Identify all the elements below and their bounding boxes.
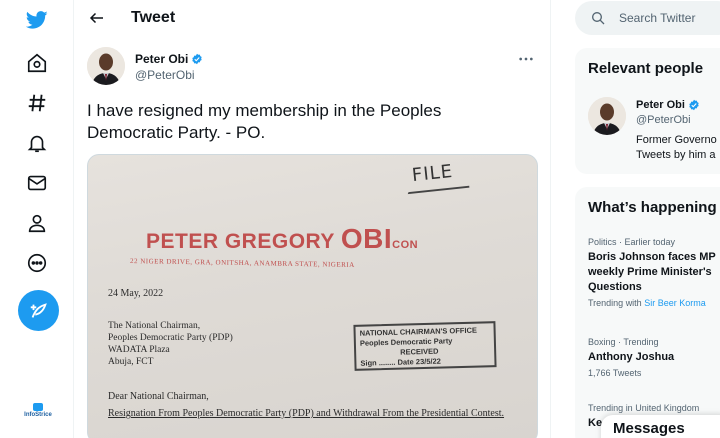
trend-item[interactable]: Politics · Earlier today Boris Johnson f… — [588, 237, 720, 308]
trend-subtext: Trending with Sir Beer Korma — [588, 298, 706, 308]
messages-drawer[interactable]: Messages — [601, 415, 720, 438]
home-icon[interactable] — [0, 43, 74, 83]
author-name[interactable]: Peter Obi — [135, 52, 203, 66]
relevant-person-handle: @PeterObi — [636, 114, 691, 126]
whats-happening-card: What’s happening Politics · Earlier toda… — [575, 187, 720, 438]
verified-badge-icon — [192, 53, 203, 65]
trend-title: Boris Johnson faces MP weekly Prime Mini… — [588, 251, 716, 293]
more-dots-icon — [519, 57, 533, 61]
right-sidebar: Search Twitter Relevant people Peter Obi… — [551, 0, 720, 438]
doc-recipient: The National Chairman, Peoples Democrati… — [108, 321, 233, 367]
tweet-detail-column: Tweet Peter Obi @PeterObi I have resigne… — [74, 0, 551, 438]
trend-title: Anthony Joshua — [588, 351, 675, 363]
tweet-author: Peter Obi @PeterObi — [87, 47, 537, 89]
notifications-bell-icon[interactable] — [0, 123, 74, 163]
relevant-person-name[interactable]: Peter Obi — [636, 99, 700, 111]
more-options-icon[interactable] — [0, 243, 74, 283]
doc-letterhead-address: 22 NIGER DRIVE, GRA, ONITSHA, ANAMBRA ST… — [129, 257, 355, 269]
explore-hashtag-icon[interactable] — [0, 83, 74, 123]
doc-received-stamp: NATIONAL CHAIRMAN'S OFFICE Peoples Democ… — [353, 321, 497, 371]
doc-salutation: Dear National Chairman, — [108, 391, 209, 402]
tweet-more-button[interactable] — [515, 50, 537, 68]
relevant-people-card: Relevant people Peter Obi @PeterObi Form… — [575, 48, 720, 174]
doc-date: 24 May, 2022 — [108, 288, 164, 299]
relevant-person-bio: Former Governo Tweets by him a — [636, 134, 717, 161]
search-box[interactable]: Search Twitter — [575, 1, 720, 35]
trend-meta: Boxing · Trending — [588, 337, 659, 347]
verified-badge-icon — [689, 99, 699, 111]
trend-subtext: 1,766 Tweets — [588, 368, 642, 378]
trend-item[interactable]: Boxing · Trending Anthony Joshua 1,766 T… — [588, 337, 720, 378]
left-navigation: InfoStrice — [0, 0, 74, 438]
messages-drawer-label: Messages — [613, 420, 685, 437]
avatar[interactable] — [588, 97, 626, 135]
relevant-people-title: Relevant people — [588, 60, 704, 77]
footer-logo-text: InfoStrice — [24, 412, 52, 418]
doc-file-note: FILE — [411, 160, 455, 187]
doc-subject: Resignation From Peoples Democratic Part… — [108, 408, 505, 419]
search-input[interactable]: Search Twitter — [619, 11, 695, 25]
tweet-text: I have resigned my membership in the Peo… — [87, 101, 442, 142]
compose-tweet-icon — [30, 302, 47, 318]
avatar[interactable] — [87, 47, 125, 85]
header: Tweet — [74, 0, 550, 36]
whats-happening-title: What’s happening — [588, 199, 717, 216]
back-button[interactable] — [86, 7, 108, 29]
tweet-image[interactable]: FILE PETER GREGORY OBICON 22 NIGER DRIVE… — [87, 154, 538, 438]
doc-letterhead-name: PETER GREGORY OBICON — [146, 223, 419, 254]
footer-logo: InfoStrice — [18, 403, 58, 427]
back-arrow-icon — [89, 12, 103, 24]
messages-envelope-icon[interactable] — [0, 163, 74, 203]
trend-meta: Trending in United Kingdom — [588, 403, 700, 413]
author-handle: @PeterObi — [135, 68, 195, 82]
twitter-logo-icon[interactable] — [0, 0, 74, 40]
compose-tweet-button[interactable] — [18, 290, 59, 331]
trend-meta: Politics · Earlier today — [588, 237, 676, 247]
trend-link[interactable]: Sir Beer Korma — [644, 298, 706, 308]
profile-person-icon[interactable] — [0, 203, 74, 243]
search-icon — [592, 12, 605, 25]
page-title: Tweet — [131, 9, 176, 26]
